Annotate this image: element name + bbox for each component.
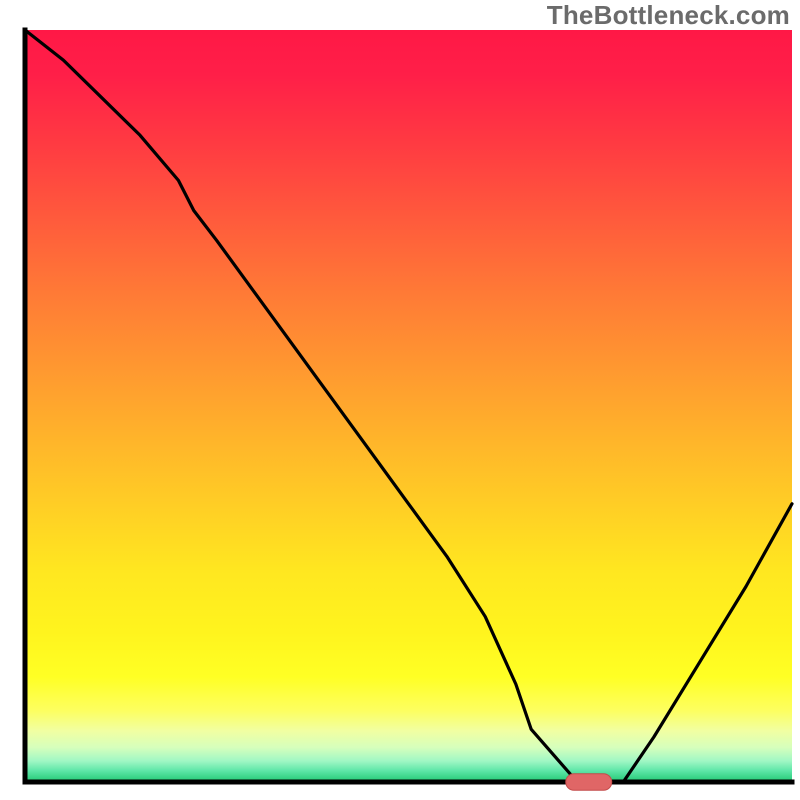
bottleneck-chart: TheBottleneck.com — [0, 0, 800, 800]
watermark-text: TheBottleneck.com — [547, 0, 790, 31]
chart-svg — [0, 0, 800, 800]
plot-background — [25, 30, 792, 782]
optimal-marker — [566, 774, 612, 791]
